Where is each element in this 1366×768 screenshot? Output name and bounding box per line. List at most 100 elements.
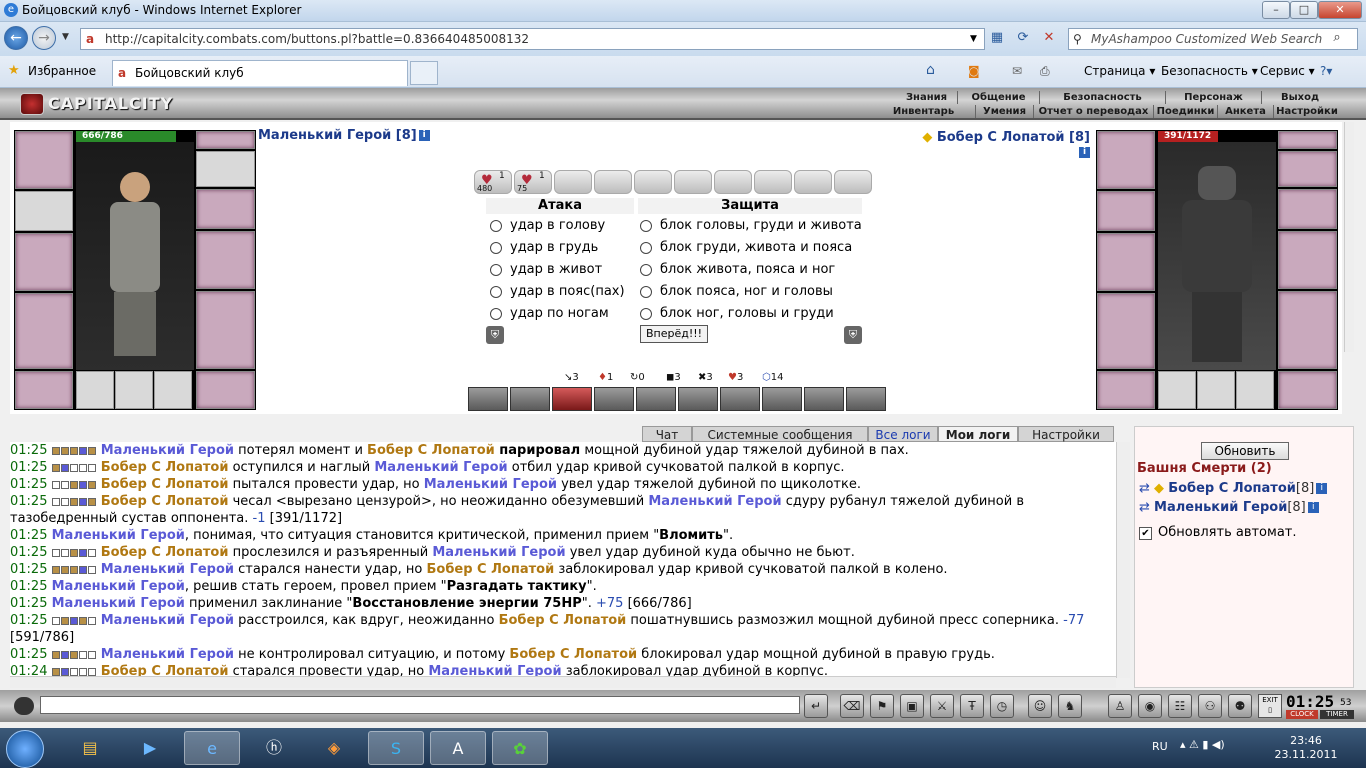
chat-mode-icon[interactable] (14, 697, 34, 715)
defense-option-4[interactable]: блок пояса, ног и головы (640, 282, 833, 302)
ally-name[interactable]: Маленький Герой (374, 460, 507, 475)
refresh-button[interactable]: Обновить (1201, 442, 1289, 460)
enemy-pants-slot[interactable] (1278, 291, 1337, 369)
enemy-name-link[interactable]: Бобер С Лопатой (509, 647, 637, 662)
enemy-info-icon[interactable]: i (1079, 147, 1090, 158)
icq-icon[interactable]: ✿ (492, 731, 548, 765)
attack-option-chest[interactable]: удар в грудь (490, 238, 598, 258)
enemy-name-link[interactable]: Бобер С Лопатой (367, 443, 495, 458)
attack-radio[interactable] (490, 285, 502, 298)
player-name[interactable]: Маленький Герой [8] i (258, 128, 430, 143)
translit-icon[interactable]: Ŧ (960, 694, 984, 718)
wordpad-icon[interactable]: A (430, 731, 486, 765)
browser-tab[interactable]: a Бойцовский клуб (112, 60, 408, 86)
menu-security[interactable]: Безопасность (1040, 91, 1166, 104)
group-icon[interactable]: ⚉ (1228, 694, 1252, 718)
scroll-slot-10[interactable] (834, 170, 872, 194)
attack-radio[interactable] (490, 307, 502, 320)
chat-input[interactable] (40, 696, 800, 714)
scroll-slot-4[interactable] (594, 170, 632, 194)
submenu-fights[interactable]: Поединки (1154, 105, 1218, 118)
search-field[interactable]: ⚲ MyAshampoo Customized Web Search (1068, 28, 1358, 50)
defense-radio[interactable] (640, 285, 652, 298)
start-button[interactable] (6, 730, 44, 768)
player-earrings-slot[interactable] (196, 151, 255, 187)
player-info-icon[interactable]: i (418, 130, 430, 141)
friends-icon[interactable]: ☷ (1168, 694, 1192, 718)
enemy-earrings-slot[interactable] (1278, 151, 1337, 187)
explorer-icon[interactable]: ▤ (62, 731, 118, 765)
close-button[interactable]: ✕ (1318, 1, 1362, 19)
player-armor-slot[interactable] (15, 293, 73, 369)
player-gloves-slot[interactable] (196, 189, 255, 229)
history-dropdown-icon[interactable]: ▼ (62, 32, 69, 42)
stop-icon[interactable]: ✕ (1040, 29, 1058, 47)
checkbox-icon[interactable]: ✔ (1139, 527, 1152, 540)
search-icon[interactable]: ⌕ (1328, 29, 1346, 47)
enemy-shield-slot[interactable] (1278, 231, 1337, 289)
rss-icon[interactable]: ◙ (968, 64, 980, 78)
enemy-weapon-slot[interactable] (1097, 233, 1155, 291)
menu-knowledge[interactable]: Знания (896, 91, 958, 104)
trick-3[interactable] (552, 387, 592, 411)
ally-name[interactable]: Маленький Герой (101, 443, 234, 458)
language-indicator[interactable]: RU (1152, 740, 1168, 753)
player-amulet-slot[interactable] (196, 131, 255, 149)
left-shield-icon[interactable]: ⛨ (486, 326, 504, 344)
help-icon[interactable]: ?▾ (1320, 64, 1332, 78)
page-scrollbar[interactable] (1344, 122, 1354, 352)
player-weapon-slot[interactable] (15, 233, 73, 291)
player-shield-slot[interactable] (196, 231, 255, 289)
scroll-slot-5[interactable] (634, 170, 672, 194)
maximize-button[interactable]: □ (1290, 1, 1318, 19)
scroll-slot-9[interactable] (794, 170, 832, 194)
defense-option-2[interactable]: блок груди, живота и пояса (640, 238, 852, 258)
ally-name[interactable]: Маленький Герой (424, 477, 557, 492)
submenu-profile[interactable]: Анкета (1218, 105, 1274, 118)
enemy-ring2-slot[interactable] (1197, 371, 1235, 409)
menu-exit[interactable]: Выход (1262, 91, 1338, 104)
trick-6[interactable] (678, 387, 718, 411)
cmd-security[interactable]: Безопасность ▾ (1161, 64, 1258, 78)
home-icon[interactable]: ⌂ (926, 62, 935, 78)
tab-settings[interactable]: Настройки (1018, 426, 1114, 442)
player-ring3-slot[interactable] (154, 371, 192, 409)
enemy-name-link[interactable]: Бобер С Лопатой (426, 562, 554, 577)
attack-option-head[interactable]: удар в голову (490, 216, 605, 236)
scroll-slot-8[interactable] (754, 170, 792, 194)
filter-icon[interactable]: ⚑ (870, 694, 894, 718)
ally-name[interactable]: Маленький Герой (101, 647, 234, 662)
info-icon[interactable]: i (1307, 502, 1319, 513)
cmd-page[interactable]: Страница ▾ (1084, 64, 1155, 78)
trick-9[interactable] (804, 387, 844, 411)
go-button[interactable]: Вперёд!!! (640, 325, 708, 343)
defense-radio[interactable] (640, 241, 652, 254)
scroll-slot-1[interactable]: ♥ 1 480 (474, 170, 512, 194)
ally-name[interactable]: Маленький Герой (52, 579, 185, 594)
tab-my-logs[interactable]: Мои логи (938, 426, 1018, 442)
ally-name[interactable]: Маленький Герой (101, 613, 234, 628)
helmet-icon[interactable]: ♞ (1058, 694, 1082, 718)
menu-social[interactable]: Общение (958, 91, 1040, 104)
defense-option-5[interactable]: блок ног, головы и груди (640, 304, 834, 324)
refresh-icon[interactable]: ⟳ (1014, 29, 1032, 47)
player-ring2-slot[interactable] (115, 371, 153, 409)
player-belt-slot[interactable] (15, 371, 73, 409)
trick-7[interactable] (720, 387, 760, 411)
compat-view-icon[interactable]: ▦ (988, 29, 1006, 47)
clear-icon[interactable]: ⌫ (840, 694, 864, 718)
info-icon[interactable]: i (1316, 483, 1328, 494)
media-icon[interactable]: ▶ (122, 731, 178, 765)
fight-icon[interactable]: ⚔ (930, 694, 954, 718)
hp-icon[interactable]: ⓗ (246, 731, 302, 765)
enemy-name[interactable]: ◆ Бобер С Лопатой [8]i (914, 130, 1090, 160)
player-pants-slot[interactable] (196, 291, 255, 369)
auto-refresh-toggle[interactable]: ✔ Обновлять автомат. (1139, 525, 1297, 540)
enemy-name-link[interactable]: Бобер С Лопатой (499, 613, 627, 628)
ally-name[interactable]: Маленький Герой (52, 528, 185, 543)
enemy-belt-slot[interactable] (1097, 371, 1155, 409)
enemy-ring3-slot[interactable] (1236, 371, 1274, 409)
cmd-tools[interactable]: Сервис ▾ (1260, 64, 1315, 78)
tab-system[interactable]: Системные сообщения (692, 426, 868, 442)
gold-icon[interactable]: ◉ (1138, 694, 1162, 718)
